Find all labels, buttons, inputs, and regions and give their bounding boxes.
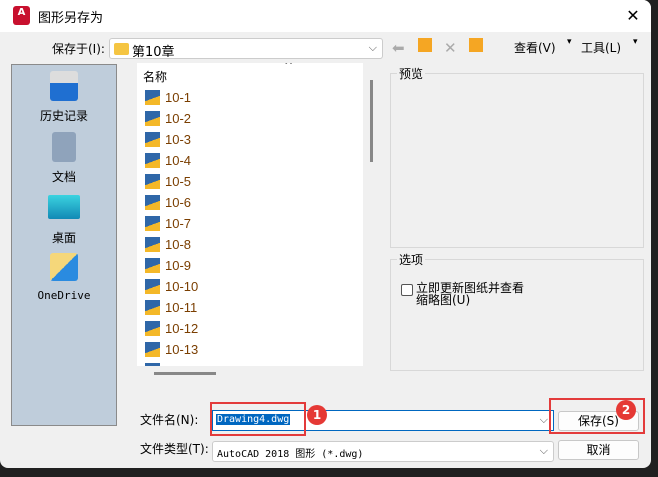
file-name: 10-11 — [165, 300, 198, 315]
file-list-item-partial — [145, 363, 165, 366]
dwg-file-icon — [145, 216, 160, 231]
save-in-value: 第10章 — [132, 45, 175, 60]
file-name: 10-6 — [165, 195, 192, 210]
save-as-dialog: A 图形另存为 ✕ 保存于(I): 第10章 ⌵ ⬅ ✕ 查看(V) ▾ 工具(… — [0, 0, 651, 468]
file-list-item[interactable]: 10-11 — [145, 300, 197, 320]
options-label: 选项 — [397, 251, 426, 268]
file-list-item[interactable]: 10-8 — [145, 237, 191, 257]
file-list[interactable]: 名称 ^ 10-1 10-2 10-3 10-4 10-5 10-6 10-7 10-8 10-… — [137, 63, 363, 366]
chevron-down-icon: ⌵ — [539, 444, 548, 457]
save-in-label: 保存于(I): — [52, 42, 105, 56]
file-name: 10-10 — [165, 279, 199, 294]
update-thumbnail-label[interactable]: 立即更新图纸并查看 缩略图(U) — [416, 282, 524, 306]
highlight-box-filename — [210, 402, 306, 436]
dwg-file-icon — [145, 237, 160, 252]
documents-icon — [52, 132, 76, 162]
up-folder-icon[interactable] — [418, 38, 432, 52]
dwg-file-icon — [145, 258, 160, 273]
file-name: 10-8 — [165, 237, 192, 252]
close-icon[interactable]: ✕ — [620, 4, 646, 28]
file-name: 10-3 — [165, 132, 192, 147]
autocad-app-icon: A — [13, 6, 30, 25]
filename-label: 文件名(N): — [140, 413, 199, 427]
file-name: 10-12 — [165, 321, 199, 336]
place-history[interactable]: 历史记录 — [12, 71, 116, 124]
place-label: 文档 — [51, 170, 76, 184]
save-in-dropdown[interactable]: 第10章 ⌵ — [109, 38, 383, 60]
dwg-file-icon — [145, 195, 160, 210]
file-list-item[interactable]: 10-7 — [145, 216, 191, 236]
dwg-file-icon — [145, 111, 160, 126]
file-name: 10-13 — [165, 342, 199, 357]
horizontal-scrollbar[interactable] — [154, 372, 216, 375]
preview-label: 预览 — [397, 65, 426, 82]
dwg-file-icon — [145, 300, 160, 315]
file-name: 10-7 — [165, 216, 192, 231]
file-name: 10-2 — [165, 111, 192, 126]
new-folder-icon[interactable] — [469, 38, 483, 52]
dwg-file-icon — [145, 321, 160, 336]
place-onedrive[interactable]: OneDrive — [12, 253, 116, 302]
file-list-item[interactable]: 10-10 — [145, 279, 198, 299]
delete-icon[interactable]: ✕ — [444, 39, 457, 57]
view-dropdown-icon[interactable]: ▾ — [567, 37, 572, 47]
folder-icon — [114, 43, 129, 55]
preview-group: 预览 — [390, 65, 644, 248]
file-name: 10-1 — [165, 90, 192, 105]
chevron-down-icon[interactable]: ⌵ — [540, 413, 548, 427]
file-name: 10-4 — [165, 153, 192, 168]
sort-ascending-icon: ^ — [284, 63, 294, 72]
file-list-item[interactable]: 10-12 — [145, 321, 198, 341]
view-menu[interactable]: 查看(V) — [514, 39, 556, 56]
tools-dropdown-icon[interactable]: ▾ — [633, 37, 638, 47]
filetype-dropdown[interactable]: AutoCAD 2018 图形 (*.dwg) ⌵ — [212, 441, 554, 462]
back-icon[interactable]: ⬅ — [392, 39, 405, 57]
options-group: 选项 立即更新图纸并查看 缩略图(U) — [390, 251, 644, 371]
dwg-file-icon — [145, 90, 160, 105]
update-thumbnail-checkbox[interactable] — [401, 284, 413, 296]
chevron-down-icon: ⌵ — [368, 41, 377, 54]
file-list-item[interactable]: 10-6 — [145, 195, 191, 215]
cancel-button[interactable]: 取消 — [558, 440, 639, 460]
tools-menu[interactable]: 工具(L) — [581, 39, 621, 56]
onedrive-icon — [50, 253, 78, 281]
place-desktop[interactable]: 桌面 — [12, 195, 116, 246]
place-label: 历史记录 — [39, 109, 88, 123]
place-documents[interactable]: 文档 — [12, 132, 116, 185]
column-header-name[interactable]: 名称 — [143, 68, 167, 85]
place-label: 桌面 — [51, 231, 76, 245]
file-list-item[interactable]: 10-1 — [145, 90, 191, 110]
dwg-file-icon — [145, 342, 160, 357]
desktop-icon — [48, 195, 80, 219]
dwg-file-icon — [145, 132, 160, 147]
dwg-file-icon — [145, 279, 160, 294]
title-bar: A 图形另存为 ✕ — [0, 0, 651, 32]
dwg-file-icon — [145, 153, 160, 168]
file-list-item[interactable]: 10-13 — [145, 342, 198, 362]
place-label: OneDrive — [37, 289, 91, 302]
file-list-item[interactable]: 10-4 — [145, 153, 191, 173]
file-list-item[interactable]: 10-3 — [145, 132, 191, 152]
file-list-item[interactable]: 10-2 — [145, 111, 191, 131]
file-list-item[interactable]: 10-9 — [145, 258, 191, 278]
dwg-file-icon — [145, 363, 160, 366]
places-bar: 历史记录 文档 桌面 OneDrive — [11, 64, 117, 426]
file-list-item[interactable]: 10-5 — [145, 174, 191, 194]
step-badge-1: 1 — [307, 405, 327, 425]
history-icon — [50, 71, 78, 101]
dialog-title: 图形另存为 — [38, 11, 104, 26]
vertical-scrollbar[interactable] — [370, 80, 373, 162]
filetype-value: AutoCAD 2018 图形 (*.dwg) — [217, 449, 364, 460]
dwg-file-icon — [145, 174, 160, 189]
file-name: 10-9 — [165, 258, 192, 273]
filetype-label: 文件类型(T): — [140, 442, 209, 456]
step-badge-2: 2 — [616, 400, 636, 420]
file-name: 10-5 — [165, 174, 192, 189]
